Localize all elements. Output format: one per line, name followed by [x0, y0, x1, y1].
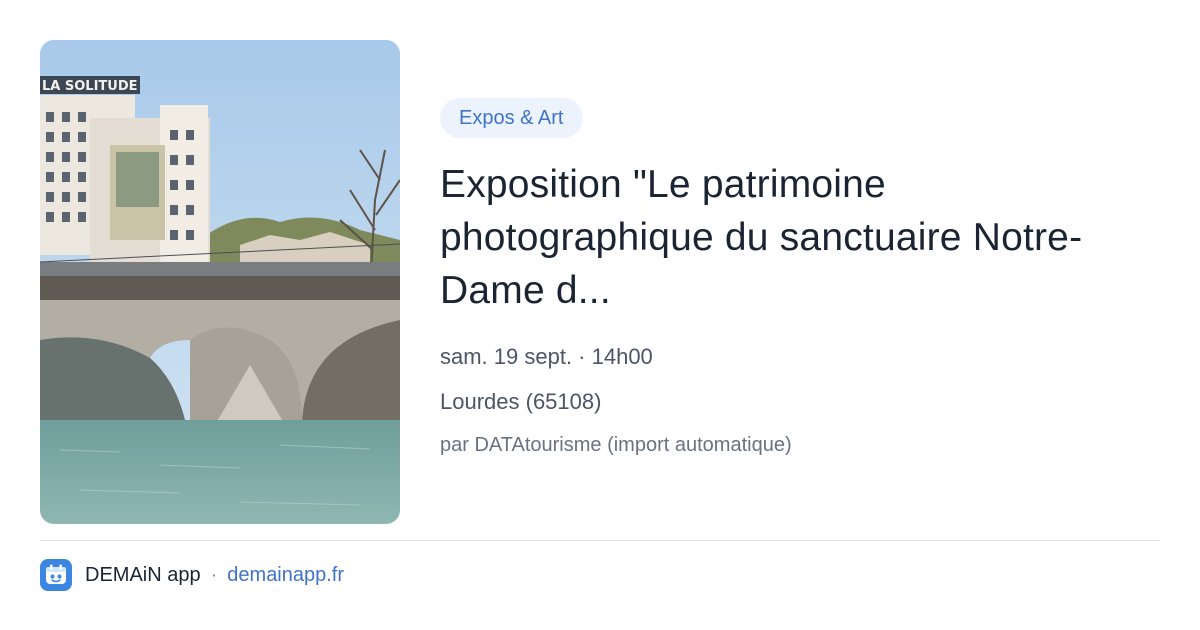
category-chip[interactable]: Expos & Art [440, 98, 583, 138]
event-datetime: sam. 19 sept. · 14h00 [440, 344, 653, 369]
footer-divider [40, 540, 1160, 541]
event-details: Expos & Art Exposition "Le patrimoine ph… [440, 98, 1160, 456]
footer-separator: · [210, 563, 218, 586]
event-location: Lourdes (65108) [440, 389, 602, 414]
event-meta: sam. 19 sept. · 14h00 Lourdes (65108) pa… [440, 344, 1160, 457]
app-name: DEMAiN app [85, 563, 201, 586]
bridge-photo-illustration: LA SOLITUDE [40, 40, 400, 524]
event-title[interactable]: Exposition "Le patrimoine photographique… [440, 158, 1160, 317]
app-domain-link[interactable]: demainapp.fr [227, 564, 344, 587]
event-preview-card: LA SOLITUDE Expos & Art Exposition "Le p… [0, 0, 1200, 630]
hotel-sign-text: LA SOLITUDE [42, 79, 138, 94]
event-photo[interactable]: LA SOLITUDE [40, 40, 400, 524]
demain-app-logo-icon [40, 559, 72, 591]
event-source: par DATAtourisme (import automatique) [440, 434, 792, 456]
footer: DEMAiN app · demainapp.fr [40, 558, 344, 592]
